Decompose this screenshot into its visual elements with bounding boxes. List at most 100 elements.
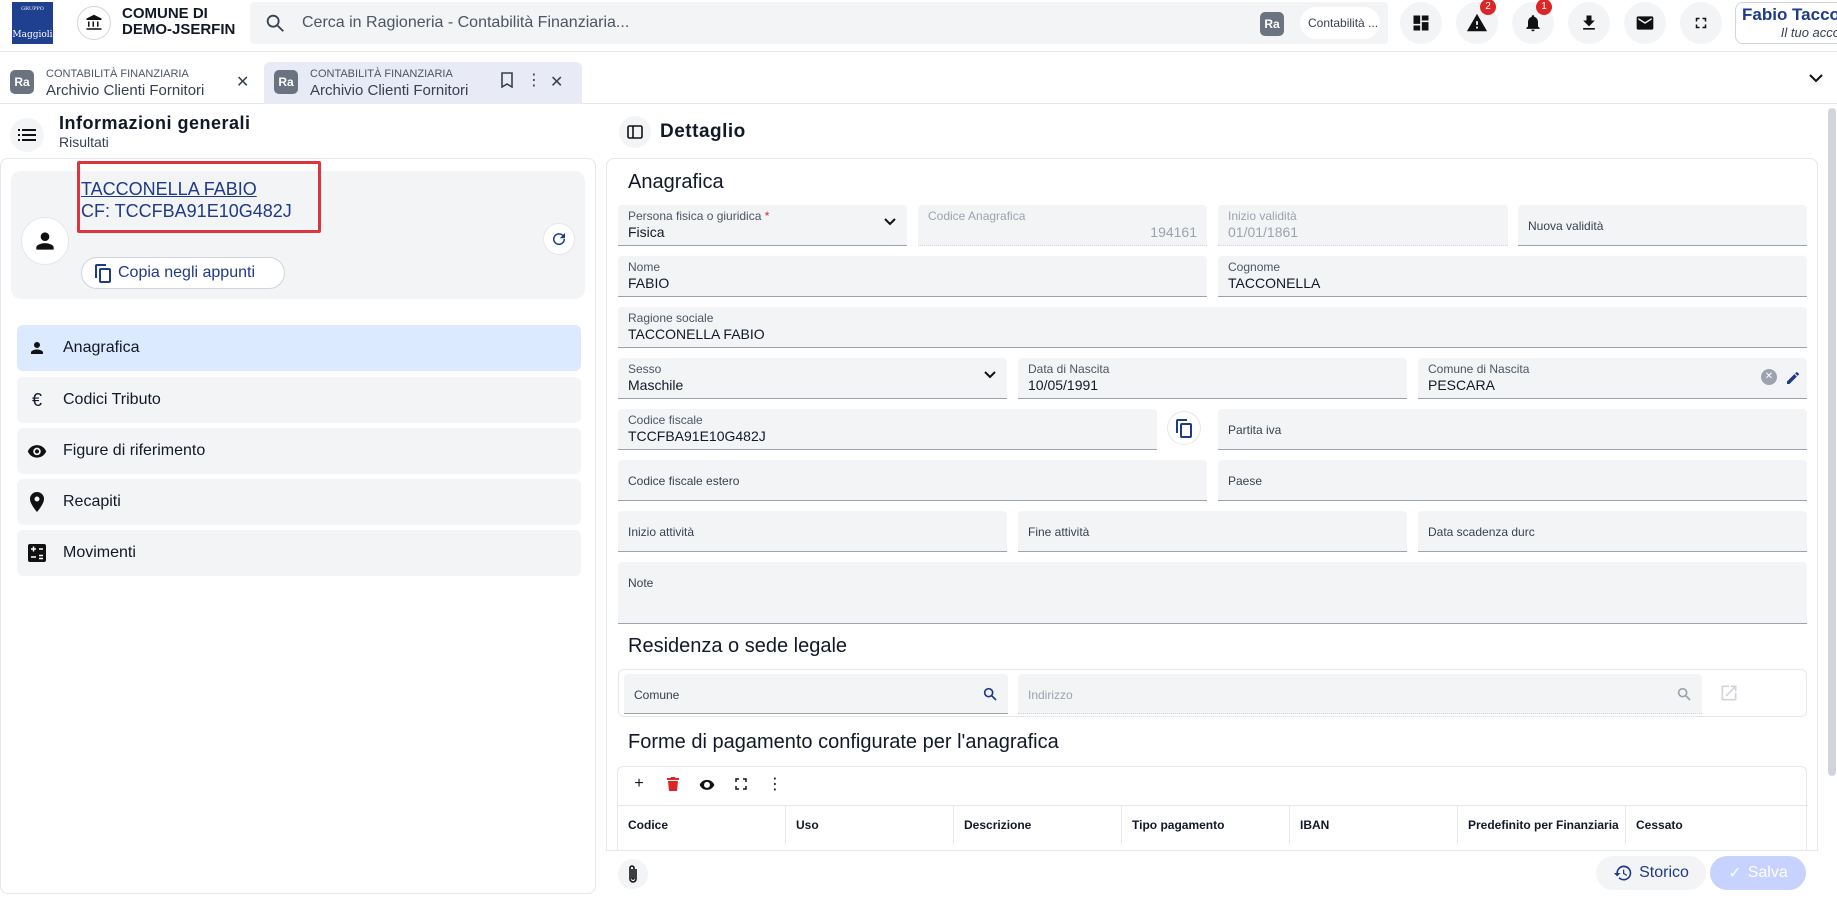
- edit-icon[interactable]: [1785, 370, 1801, 386]
- partita-iva-field[interactable]: Partita iva: [1218, 409, 1807, 450]
- eye-icon: [27, 441, 47, 461]
- tab-bar: Ra CONTABILITÀ FINANZIARIA Archivio Clie…: [0, 58, 1837, 104]
- expand-icon[interactable]: [730, 773, 752, 795]
- close-icon[interactable]: ✕: [236, 72, 249, 92]
- nome-field[interactable]: Nome FABIO: [618, 256, 1207, 297]
- ragione-sociale-field[interactable]: Ragione sociale TACCONELLA FABIO: [618, 307, 1807, 348]
- history-button[interactable]: Storico: [1596, 856, 1706, 890]
- nav-item-movimenti[interactable]: Movimenti: [17, 530, 581, 576]
- column-header[interactable]: Uso: [786, 806, 954, 845]
- scadenza-durc-field[interactable]: Data scadenza durc: [1418, 511, 1807, 552]
- copy-fiscal-code-button[interactable]: [1167, 411, 1201, 445]
- context-selector[interactable]: Contabilità ...: [1300, 7, 1380, 39]
- tab-module: CONTABILITÀ FINANZIARIA: [46, 68, 189, 80]
- bank-icon: [86, 14, 102, 30]
- delete-icon[interactable]: [662, 773, 684, 795]
- subject-fiscal-code: CF: TCCFBA91E10G482J: [81, 201, 292, 221]
- nav-item-recapiti[interactable]: Recapiti: [17, 479, 581, 525]
- user-menu[interactable]: Fabio Tacco Il tuo acco: [1735, 2, 1837, 44]
- attachments-button[interactable]: [618, 859, 648, 889]
- field-label: Persona fisica o giuridica *: [628, 209, 770, 223]
- side-panel-icon: [627, 125, 643, 139]
- comune-nascita-field[interactable]: Comune di Nascita PESCARA ✕: [1418, 358, 1807, 399]
- column-header[interactable]: IBAN: [1290, 806, 1458, 845]
- refresh-button[interactable]: [543, 223, 575, 255]
- indirizzo-search-field: Indirizzo: [1018, 674, 1702, 714]
- messages-button[interactable]: [1624, 2, 1666, 44]
- nav-item-label: Figure di riferimento: [63, 442, 206, 459]
- scrollbar[interactable]: [1828, 108, 1836, 776]
- nuova-validita-field[interactable]: Nuova validità: [1518, 205, 1807, 246]
- save-button-label: Salva: [1747, 864, 1788, 881]
- paperclip-icon: [629, 865, 637, 883]
- data-nascita-field[interactable]: Data di Nascita 10/05/1991: [1018, 358, 1407, 399]
- field-label: Inizio validità: [1228, 209, 1297, 223]
- tab-archivio-2[interactable]: Ra CONTABILITÀ FINANZIARIA Archivio Clie…: [264, 62, 582, 104]
- add-icon[interactable]: +: [628, 773, 650, 795]
- persona-select[interactable]: Persona fisica o giuridica * Fisica: [618, 205, 907, 246]
- field-label: Comune: [634, 688, 680, 702]
- dashboard-button[interactable]: [1400, 2, 1442, 44]
- global-search[interactable]: Cerca in Ragioneria - Contabilità Finanz…: [250, 2, 1388, 44]
- toggle-sidebar-button[interactable]: [619, 116, 651, 148]
- column-header[interactable]: Descrizione: [954, 806, 1122, 845]
- codice-fiscale-field[interactable]: Codice fiscale TCCFBA91E10G482J: [618, 409, 1157, 450]
- nav-item-label: Movimenti: [63, 544, 136, 561]
- nav-item-figure-riferimento[interactable]: Figure di riferimento: [17, 428, 581, 474]
- fine-attivita-field[interactable]: Fine attività: [1018, 511, 1407, 552]
- column-header[interactable]: Tipo pagamento: [1122, 806, 1290, 845]
- cf-estero-field[interactable]: Codice fiscale estero: [618, 460, 1207, 501]
- open-in-new-icon[interactable]: [1719, 683, 1739, 703]
- field-value: Fisica: [628, 224, 665, 240]
- fullscreen-button[interactable]: [1680, 2, 1722, 44]
- nav-item-label: Recapiti: [63, 493, 121, 510]
- left-panel-title: Informazioni generali: [59, 113, 251, 133]
- nav-item-anagrafica[interactable]: Anagrafica: [17, 325, 581, 371]
- maggioli-logo[interactable]: GRUPPO Maggioli: [12, 2, 53, 44]
- field-label: Cognome: [1228, 260, 1281, 274]
- tab-archivio-1[interactable]: Ra CONTABILITÀ FINANZIARIA Archivio Clie…: [10, 62, 260, 104]
- field-value: TACCONELLA: [1228, 275, 1321, 291]
- chevron-down-icon[interactable]: [1808, 70, 1824, 88]
- column-header[interactable]: Codice: [618, 806, 786, 845]
- nav-item-codici-tributo[interactable]: € Codici Tributo: [17, 377, 581, 423]
- search-input[interactable]: Cerca in Ragioneria - Contabilità Finanz…: [302, 14, 629, 32]
- warnings-badge: 2: [1480, 0, 1496, 15]
- field-label: Nuova validità: [1528, 219, 1604, 233]
- bookmark-icon[interactable]: [500, 72, 514, 93]
- detail-panel: Anagrafica Persona fisica o giuridica * …: [606, 158, 1818, 894]
- clear-icon[interactable]: ✕: [1761, 369, 1777, 385]
- field-value: TACCONELLA FABIO: [628, 326, 765, 342]
- save-button[interactable]: ✓ Salva: [1710, 856, 1806, 890]
- field-value: PESCARA: [1428, 377, 1495, 393]
- field-value: Maschile: [628, 377, 684, 393]
- downloads-button[interactable]: [1568, 2, 1610, 44]
- field-value: TCCFBA91E10G482J: [628, 428, 766, 444]
- note-textarea[interactable]: Note: [618, 562, 1807, 624]
- subject-name-link[interactable]: TACCONELLA FABIO: [81, 179, 257, 200]
- copy-button-label: Copia negli appunti: [118, 264, 255, 281]
- cognome-field[interactable]: Cognome TACCONELLA: [1218, 256, 1807, 297]
- detail-title: Dettaglio: [660, 121, 746, 142]
- copy-to-clipboard-button[interactable]: Copia negli appunti: [81, 257, 285, 289]
- column-header[interactable]: Cessato: [1626, 806, 1794, 845]
- warnings-button[interactable]: 2: [1456, 0, 1498, 44]
- comune-search-field[interactable]: Comune: [624, 674, 1008, 714]
- sesso-select[interactable]: Sesso Maschile: [618, 358, 1007, 399]
- field-label: Codice fiscale estero: [628, 474, 740, 488]
- more-vert-icon[interactable]: ⋮: [526, 70, 542, 90]
- inizio-attivita-field[interactable]: Inizio attività: [618, 511, 1007, 552]
- field-label: Partita iva: [1228, 423, 1282, 437]
- search-icon: [266, 14, 284, 32]
- column-header[interactable]: Predefinito per Finanziaria: [1458, 806, 1626, 845]
- location-pin-icon: [27, 492, 47, 512]
- notifications-button[interactable]: 1: [1512, 0, 1554, 44]
- more-vert-icon[interactable]: ⋮: [764, 773, 786, 795]
- close-icon[interactable]: ✕: [550, 72, 563, 92]
- nav-item-label: Codici Tributo: [63, 391, 161, 408]
- paese-field[interactable]: Paese: [1218, 460, 1807, 501]
- list-toggle-button[interactable]: [10, 118, 44, 152]
- eye-icon[interactable]: [696, 773, 718, 795]
- municipality-button[interactable]: [77, 6, 111, 40]
- detail-header: Dettaglio: [606, 110, 1826, 154]
